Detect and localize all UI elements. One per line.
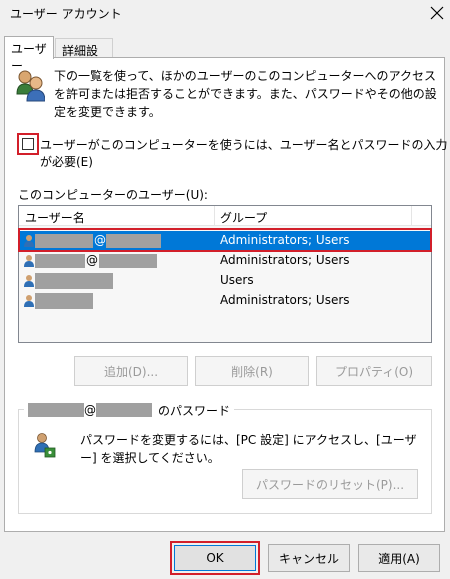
user-key-icon [34, 432, 56, 458]
table-row[interactable]: @ Administrators; Users [19, 251, 431, 271]
group-cell: Users [220, 273, 254, 287]
selection-highlight-outline [18, 228, 432, 252]
column-divider [214, 206, 215, 226]
user-icon [24, 275, 34, 287]
name-separator: @ [86, 253, 98, 267]
redacted-name [28, 403, 84, 417]
column-divider [411, 206, 412, 226]
redacted-name [35, 293, 93, 309]
redacted-domain [99, 254, 157, 268]
redacted-name [35, 273, 113, 289]
apply-button[interactable]: 適用(A) [358, 544, 440, 572]
close-icon [430, 6, 444, 20]
tab-advanced[interactable]: 詳細設定 [55, 38, 113, 75]
add-user-button[interactable]: 追加(D)... [74, 356, 188, 386]
require-login-checkbox[interactable] [17, 133, 39, 155]
users-list[interactable]: ユーザー名 グループ @ Administrators; Users @ Adm… [18, 205, 432, 343]
info-text: 下の一覧を使って、ほかのユーザーのこのコンピューターへのアクセスを許可または拒否… [54, 69, 437, 119]
tab-strip: ユーザー 詳細設定 [0, 36, 450, 75]
delete-user-button[interactable]: 削除(R) [195, 356, 309, 386]
window-title: ユーザー アカウント [10, 7, 122, 21]
reset-password-button[interactable]: パスワードのリセット(P)... [242, 469, 418, 499]
properties-button[interactable]: プロパティ(O) [316, 356, 432, 386]
close-button[interactable] [426, 2, 448, 24]
table-row[interactable]: Users [19, 271, 431, 291]
cancel-button[interactable]: キャンセル [268, 544, 350, 572]
user-icon [24, 295, 34, 307]
redacted-domain [96, 403, 152, 417]
password-instructions: パスワードを変更するには、[PC 設定] にアクセスし、[ユーザー] を選択して… [80, 433, 417, 465]
password-group-title: @ のパスワード [24, 401, 235, 419]
password-group-suffix: のパスワード [158, 403, 231, 418]
users-list-label: このコンピューターのユーザー(U): [18, 188, 208, 202]
require-login-label: ユーザーがこのコンピューターを使うには、ユーザー名とパスワードの入力が必要(E) [40, 138, 448, 169]
tab-users[interactable]: ユーザー [4, 36, 54, 73]
ok-highlight-outline [170, 541, 260, 575]
table-row[interactable]: Administrators; Users [19, 291, 431, 311]
user-icon [24, 255, 34, 267]
list-header: ユーザー名 グループ [19, 206, 431, 226]
redacted-name [35, 254, 85, 268]
group-cell: Administrators; Users [220, 293, 350, 307]
name-separator: @ [84, 403, 96, 417]
column-header-group[interactable]: グループ [220, 209, 267, 226]
column-header-username[interactable]: ユーザー名 [25, 209, 85, 226]
checkbox-box [22, 138, 34, 150]
group-cell: Administrators; Users [220, 253, 350, 267]
